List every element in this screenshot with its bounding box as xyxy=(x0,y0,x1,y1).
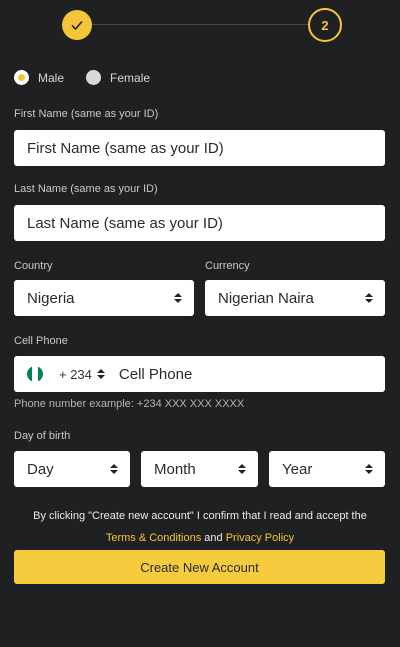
currency-label: Currency xyxy=(205,260,250,272)
flag-stripe xyxy=(37,366,43,382)
first-name-label: First Name (same as your ID) xyxy=(14,108,159,120)
select-arrows-icon xyxy=(110,464,118,474)
terms-link[interactable]: Terms & Conditions xyxy=(106,532,201,544)
step-one-complete xyxy=(62,10,92,40)
step-two: 2 xyxy=(308,8,342,42)
currency-select[interactable]: Nigerian Naira xyxy=(205,280,385,316)
dial-code-value[interactable]: + 234 xyxy=(59,367,92,382)
birth-label: Day of birth xyxy=(14,430,71,442)
gender-male-label: Male xyxy=(38,70,65,85)
country-select[interactable]: Nigeria xyxy=(14,280,194,316)
birth-month-select[interactable]: Month xyxy=(141,451,258,487)
last-name-label: Last Name (same as your ID) xyxy=(14,183,158,195)
gender-female-option[interactable]: Female xyxy=(86,70,150,85)
cell-phone-field[interactable]: + 234 Cell Phone xyxy=(14,356,385,392)
select-arrows-icon xyxy=(174,293,182,303)
privacy-link[interactable]: Privacy Policy xyxy=(226,532,294,544)
select-arrows-icon xyxy=(238,464,246,474)
country-value: Nigeria xyxy=(27,289,75,307)
birth-year-select[interactable]: Year xyxy=(269,451,385,487)
first-name-field[interactable]: First Name (same as your ID) xyxy=(14,130,385,166)
first-name-placeholder: First Name (same as your ID) xyxy=(27,139,224,157)
currency-value: Nigerian Naira xyxy=(218,289,314,307)
gender-male-option[interactable]: Male xyxy=(14,70,64,85)
birth-day-value: Day xyxy=(27,460,54,478)
gender-selector: Male Female xyxy=(14,70,150,85)
gender-female-label: Female xyxy=(110,70,151,85)
stepper-line xyxy=(92,24,308,25)
birth-day-select[interactable]: Day xyxy=(14,451,130,487)
phone-example-hint: Phone number example: +234 XXX XXX XXXX xyxy=(14,398,245,410)
birth-year-value: Year xyxy=(282,460,313,478)
cell-phone-placeholder: Cell Phone xyxy=(118,365,193,383)
dial-code-arrows-icon[interactable] xyxy=(96,369,105,379)
birth-month-value: Month xyxy=(154,460,196,478)
select-arrows-icon xyxy=(365,464,373,474)
create-account-button[interactable]: Create New Account xyxy=(14,550,385,584)
consent-and: and xyxy=(204,532,223,544)
nigeria-flag-icon xyxy=(27,366,43,382)
checkmark-icon xyxy=(71,20,83,31)
consent-links: Terms & Conditions and Privacy Policy xyxy=(0,532,400,544)
country-label: Country xyxy=(14,260,53,272)
last-name-placeholder: Last Name (same as your ID) xyxy=(27,214,223,232)
select-arrows-icon xyxy=(365,293,373,303)
radio-unselected-icon[interactable] xyxy=(86,70,102,85)
consent-text: By clicking "Create new account" I confi… xyxy=(33,510,367,522)
progress-stepper: 2 xyxy=(62,8,342,42)
last-name-field[interactable]: Last Name (same as your ID) xyxy=(14,205,385,241)
radio-selected-icon[interactable] xyxy=(14,70,29,85)
cell-phone-label: Cell Phone xyxy=(14,335,68,347)
